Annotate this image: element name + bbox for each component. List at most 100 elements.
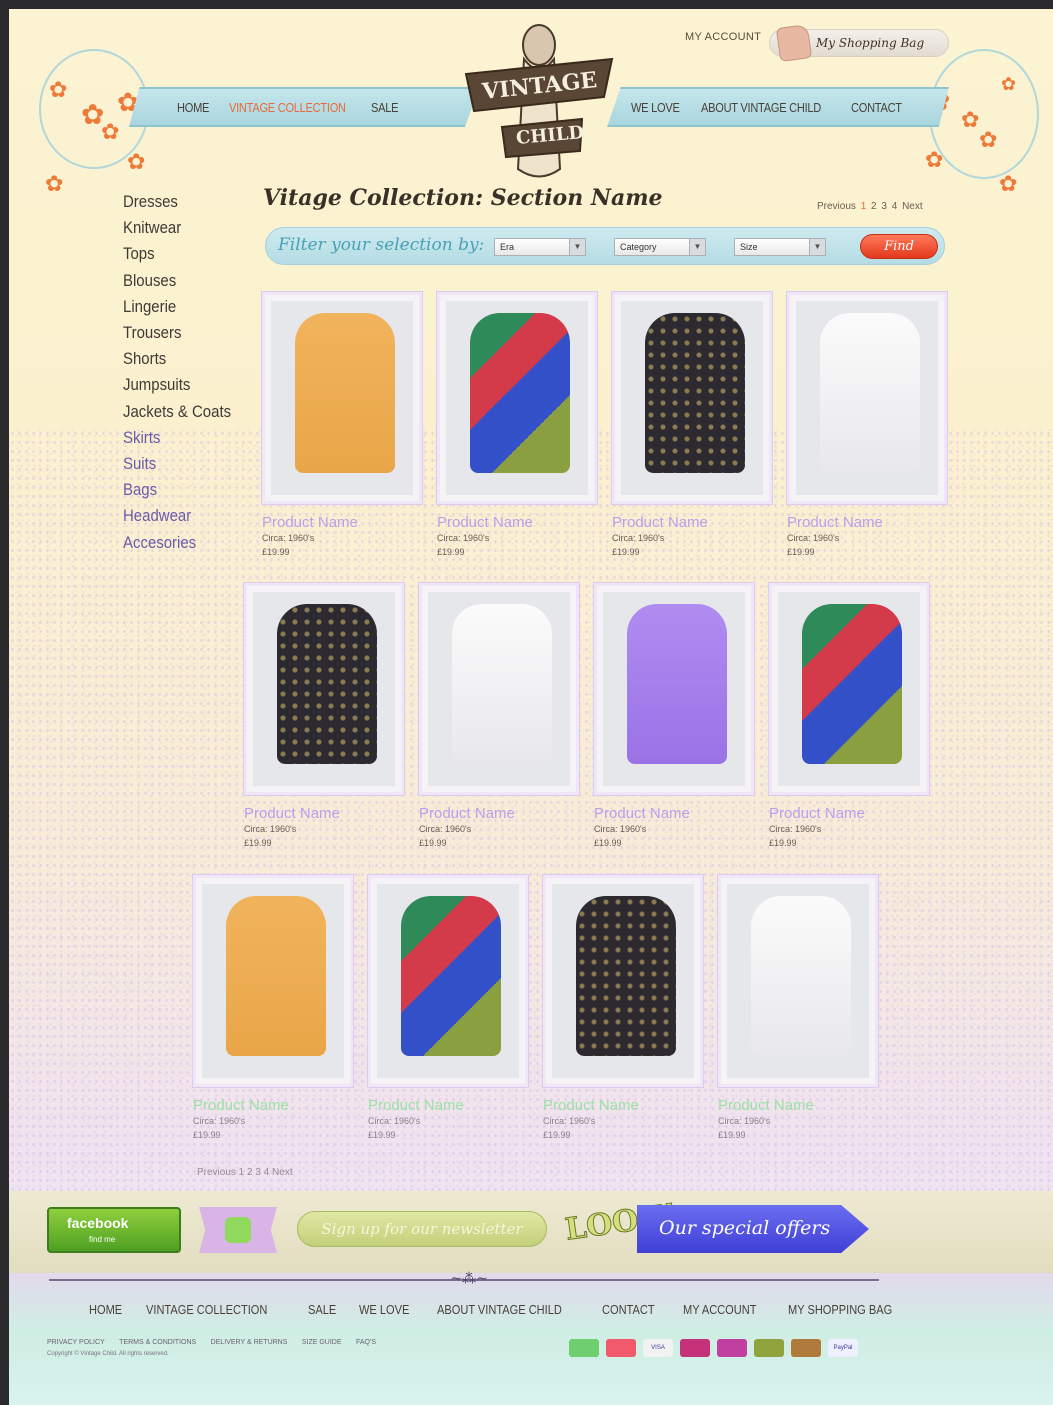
newsletter-button[interactable]: Sign up for our newsletter <box>297 1211 547 1247</box>
product-circa: Circa: 1960's <box>594 824 647 834</box>
sidebar-item-bags[interactable]: Bags <box>123 477 246 503</box>
garment-black-floral <box>645 313 745 473</box>
facebook-badge[interactable]: facebook find me <box>47 1207 181 1253</box>
product-card[interactable]: Product Name Circa: 1960's £19.99 <box>543 875 705 1142</box>
nav-item-about[interactable]: ABOUT VINTAGE CHILD <box>701 100 821 115</box>
find-button[interactable]: Find <box>860 234 938 259</box>
era-select-value: Era <box>500 242 515 252</box>
footer-nav-shopping-bag[interactable]: MY SHOPPING BAG <box>788 1302 892 1317</box>
product-name[interactable]: Product Name <box>769 805 931 822</box>
my-account-link[interactable]: MY ACCOUNT <box>685 31 761 43</box>
footer-link-size-guide[interactable]: SIZE GUIDE <box>302 1339 342 1346</box>
product-name[interactable]: Product Name <box>543 1097 705 1114</box>
product-card[interactable]: Product Name Circa: 1960's £19.99 <box>769 583 931 850</box>
sidebar-item-lingerie[interactable]: Lingerie <box>123 294 246 320</box>
logo[interactable]: VINTAGE CHILD <box>464 19 614 189</box>
sidebar-item-shorts[interactable]: Shorts <box>123 346 246 372</box>
product-image[interactable] <box>594 583 754 795</box>
sidebar-item-trousers[interactable]: Trousers <box>123 320 246 346</box>
sidebar-item-headwear[interactable]: Headwear <box>123 503 246 529</box>
product-card[interactable]: Product Name Circa: 1960's £19.99 <box>437 292 599 559</box>
nav-item-home[interactable]: HOME <box>177 100 209 115</box>
product-price: £19.99 <box>787 547 815 557</box>
product-name[interactable]: Product Name <box>437 514 599 531</box>
sidebar-item-tops[interactable]: Tops <box>123 241 246 267</box>
product-image[interactable] <box>787 292 947 504</box>
pager-next[interactable]: Next <box>902 201 923 212</box>
nav-item-sale[interactable]: SALE <box>371 100 398 115</box>
flower-icon: ✿ <box>925 147 944 172</box>
product-name[interactable]: Product Name <box>787 514 949 531</box>
pager-page-4[interactable]: 4 <box>892 201 898 212</box>
product-price: £19.99 <box>193 1130 221 1140</box>
sidebar-item-jackets-coats[interactable]: Jackets & Coats <box>123 399 246 425</box>
product-image[interactable] <box>193 875 353 1087</box>
product-image[interactable] <box>437 292 597 504</box>
bottom-pagination[interactable]: Previous 1 2 3 4 Next <box>197 1167 293 1178</box>
sidebar-item-blouses[interactable]: Blouses <box>123 268 246 294</box>
product-name[interactable]: Product Name <box>262 514 424 531</box>
product-card[interactable]: Product Name Circa: 1960's £19.99 <box>193 875 355 1142</box>
product-name[interactable]: Product Name <box>612 514 774 531</box>
footer-link-privacy[interactable]: PRIVACY POLICY <box>47 1339 105 1346</box>
nav-left: HOME VINTAGE COLLECTION SALE <box>129 87 479 127</box>
garment-patchwork <box>401 896 501 1056</box>
product-image[interactable] <box>244 583 404 795</box>
footer-nav-home[interactable]: HOME <box>89 1302 122 1317</box>
flower-icon: ✿ <box>961 107 980 132</box>
product-card[interactable]: Product Name Circa: 1960's £19.99 <box>787 292 949 559</box>
product-image[interactable] <box>262 292 422 504</box>
product-image[interactable] <box>368 875 528 1087</box>
sidebar-item-knitwear[interactable]: Knitwear <box>123 215 246 241</box>
product-name[interactable]: Product Name <box>718 1097 880 1114</box>
sidebar-item-suits[interactable]: Suits <box>123 451 246 477</box>
product-circa: Circa: 1960's <box>368 1116 421 1126</box>
sidebar-item-dresses[interactable]: Dresses <box>123 189 246 215</box>
pager-page-1[interactable]: 1 <box>861 201 867 212</box>
product-image[interactable] <box>612 292 772 504</box>
nav-item-we-love[interactable]: WE LOVE <box>631 100 680 115</box>
footer-link-faqs[interactable]: FAQ'S <box>356 1339 376 1346</box>
footer-nav-vintage-collection[interactable]: VINTAGE COLLECTION <box>146 1302 267 1317</box>
footer-nav-about[interactable]: ABOUT VINTAGE CHILD <box>437 1302 562 1317</box>
category-select[interactable]: Category ▼ <box>614 238 706 256</box>
product-name[interactable]: Product Name <box>419 805 581 822</box>
product-card[interactable]: Product Name Circa: 1960's £19.99 <box>244 583 406 850</box>
product-card[interactable]: Product Name Circa: 1960's £19.99 <box>262 292 424 559</box>
nav-item-vintage-collection[interactable]: VINTAGE COLLECTION <box>229 100 346 115</box>
footer-nav-contact[interactable]: CONTACT <box>602 1302 655 1317</box>
footer-nav-my-account[interactable]: MY ACCOUNT <box>683 1302 756 1317</box>
footer-nav-sale[interactable]: SALE <box>308 1302 336 1317</box>
pager-page-3[interactable]: 3 <box>881 201 887 212</box>
sidebar-item-jumpsuits[interactable]: Jumpsuits <box>123 372 246 398</box>
pager-prev[interactable]: Previous <box>817 201 856 212</box>
product-image[interactable] <box>718 875 878 1087</box>
twitter-badge[interactable] <box>199 1207 277 1253</box>
special-offers-button[interactable]: Our special offers <box>637 1205 869 1253</box>
product-image[interactable] <box>543 875 703 1087</box>
footer-link-delivery[interactable]: DELIVERY & RETURNS <box>211 1339 288 1346</box>
product-circa: Circa: 1960's <box>419 824 472 834</box>
flower-icon: ✿ <box>1001 74 1017 94</box>
footer-link-terms[interactable]: TERMS & CONDITIONS <box>119 1339 196 1346</box>
product-name[interactable]: Product Name <box>193 1097 355 1114</box>
product-card[interactable]: Product Name Circa: 1960's £19.99 <box>419 583 581 850</box>
product-name[interactable]: Product Name <box>594 805 756 822</box>
product-card[interactable]: Product Name Circa: 1960's £19.99 <box>718 875 880 1142</box>
product-card[interactable]: Product Name Circa: 1960's £19.99 <box>612 292 774 559</box>
sidebar-item-skirts[interactable]: Skirts <box>123 425 246 451</box>
product-image[interactable] <box>769 583 929 795</box>
product-name[interactable]: Product Name <box>244 805 406 822</box>
footer-nav-we-love[interactable]: WE LOVE <box>359 1302 409 1317</box>
garment-mustard <box>295 313 395 473</box>
era-select[interactable]: Era ▼ <box>494 238 586 256</box>
nav-item-contact[interactable]: CONTACT <box>851 100 902 115</box>
pager-page-2[interactable]: 2 <box>871 201 877 212</box>
product-name[interactable]: Product Name <box>368 1097 530 1114</box>
product-card[interactable]: Product Name Circa: 1960's £19.99 <box>368 875 530 1142</box>
size-select[interactable]: Size ▼ <box>734 238 826 256</box>
sidebar-item-accesories[interactable]: Accesories <box>123 530 246 556</box>
shopping-bag-button[interactable]: My Shopping Bag <box>769 23 949 63</box>
product-card[interactable]: Product Name Circa: 1960's £19.99 <box>594 583 756 850</box>
product-image[interactable] <box>419 583 579 795</box>
